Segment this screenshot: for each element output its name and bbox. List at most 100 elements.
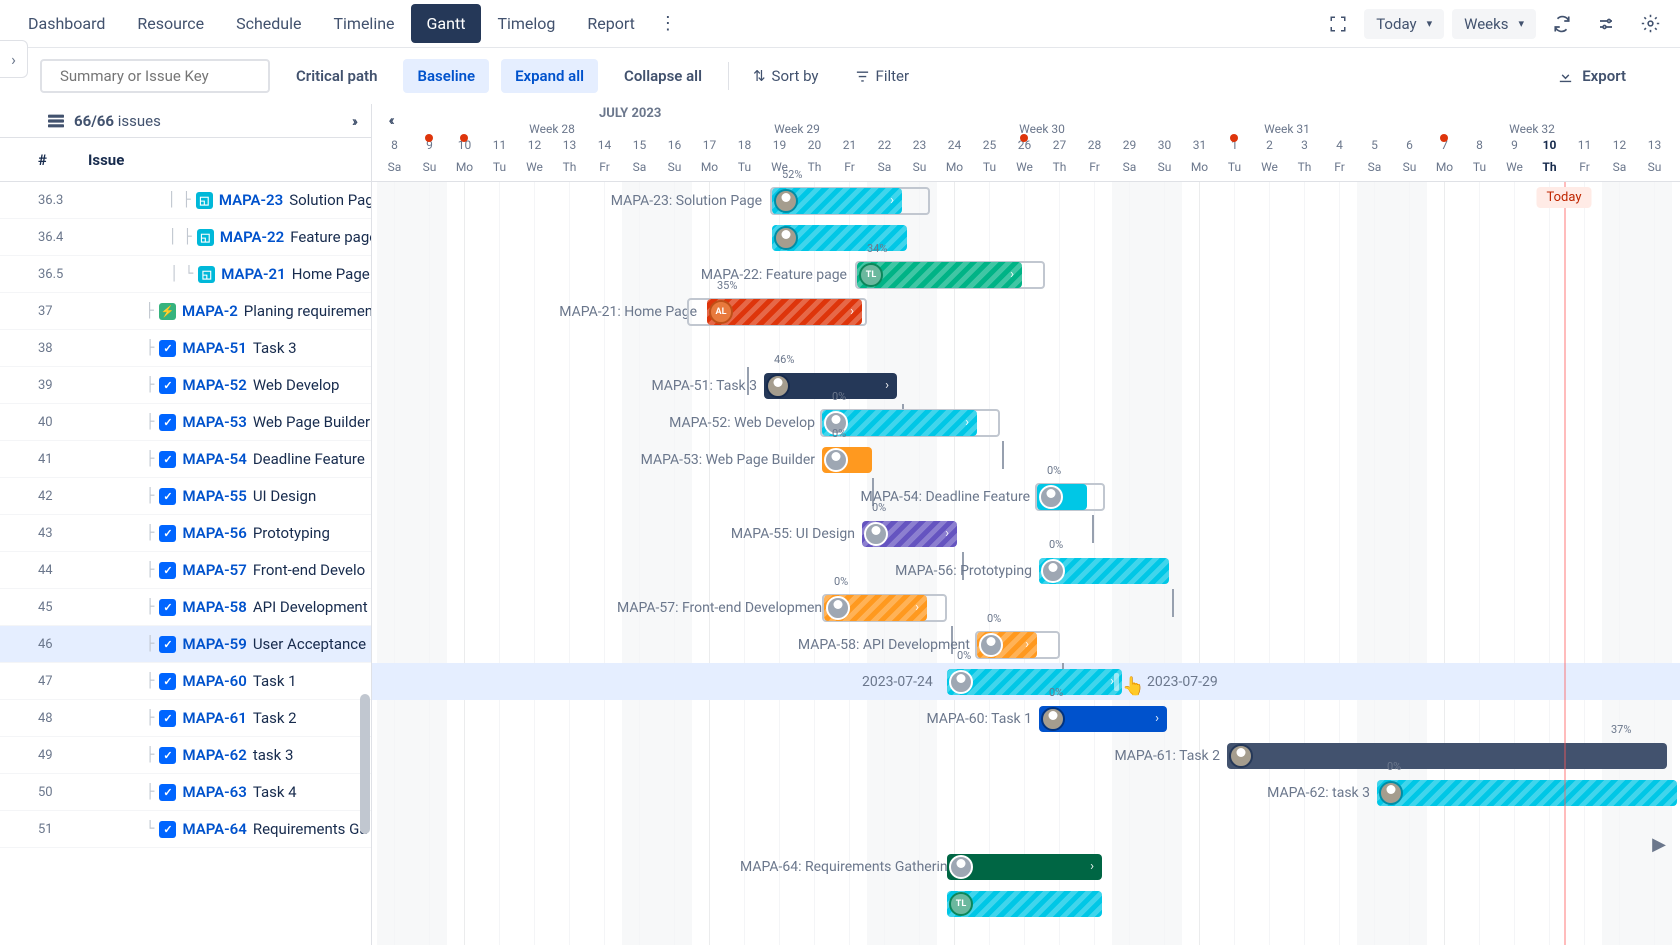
issue-key[interactable]: MAPA-53 xyxy=(182,413,246,431)
avatar[interactable]: TL xyxy=(859,263,883,287)
sort-button[interactable]: ⇅Sort by xyxy=(741,59,831,93)
avatar[interactable] xyxy=(1379,781,1403,805)
avatar[interactable] xyxy=(949,855,973,879)
nav-tab-resource[interactable]: Resource xyxy=(121,4,220,43)
nav-tab-dashboard[interactable]: Dashboard xyxy=(12,4,121,43)
issue-row[interactable]: 46├✓MAPA-59User Acceptance xyxy=(0,626,371,663)
issue-key[interactable]: MAPA-58 xyxy=(182,598,246,616)
issue-row[interactable]: 40├✓MAPA-53Web Page Builder xyxy=(0,404,371,441)
issue-key[interactable]: MAPA-54 xyxy=(182,450,246,468)
issue-key[interactable]: MAPA-22 xyxy=(220,228,284,246)
issue-key[interactable]: MAPA-64 xyxy=(182,820,246,838)
search-input[interactable] xyxy=(60,67,259,85)
fullscreen-button[interactable] xyxy=(1320,6,1356,42)
today-button[interactable]: Today▾ xyxy=(1364,9,1444,39)
avatar[interactable] xyxy=(1229,744,1253,768)
gantt-bar[interactable] xyxy=(1037,484,1087,510)
issue-key[interactable]: MAPA-52 xyxy=(182,376,246,394)
gantt-bar[interactable]: › xyxy=(772,188,902,214)
gantt-bar[interactable] xyxy=(1227,743,1667,769)
issue-row[interactable]: 36.5│ └◱MAPA-21Home Page xyxy=(0,256,371,293)
column-issue-header[interactable]: Issue xyxy=(88,151,371,169)
issue-row[interactable]: 49├✓MAPA-62task 3 xyxy=(0,737,371,774)
issue-key[interactable]: MAPA-59 xyxy=(182,635,246,653)
gantt-bar[interactable]: › xyxy=(824,595,927,621)
issue-row[interactable]: 37├⚡MAPA-2Planing requiremen xyxy=(0,293,371,330)
issue-row[interactable]: 44├✓MAPA-57Front-end Develo xyxy=(0,552,371,589)
issue-key[interactable]: MAPA-51 xyxy=(182,339,246,357)
issue-row[interactable]: 42├✓MAPA-55UI Design xyxy=(0,478,371,515)
issue-row[interactable]: 43├✓MAPA-56Prototyping xyxy=(0,515,371,552)
filter-button[interactable]: Filter xyxy=(843,59,922,93)
issue-row[interactable]: 51└✓MAPA-64Requirements Ga xyxy=(0,811,371,848)
avatar[interactable] xyxy=(1041,559,1065,583)
gantt-bar[interactable] xyxy=(1377,780,1677,806)
issue-key[interactable]: MAPA-23 xyxy=(219,191,283,209)
issue-row[interactable]: 38├✓MAPA-51Task 3 xyxy=(0,330,371,367)
gantt-bar[interactable]: › xyxy=(947,669,1122,695)
avatar[interactable] xyxy=(774,189,798,213)
avatar[interactable] xyxy=(864,522,888,546)
zoom-select[interactable]: Weeks▾ xyxy=(1452,9,1536,39)
avatar[interactable] xyxy=(949,670,973,694)
collapse-panel-button[interactable]: ›› xyxy=(348,108,359,134)
issue-row[interactable]: 45├✓MAPA-58API Development xyxy=(0,589,371,626)
gantt-bar[interactable] xyxy=(822,447,872,473)
nav-tab-schedule[interactable]: Schedule xyxy=(220,4,317,43)
issue-key[interactable]: MAPA-21 xyxy=(221,265,285,283)
column-number-header[interactable]: # xyxy=(38,151,88,169)
issue-key[interactable]: MAPA-56 xyxy=(182,524,246,542)
issue-row[interactable]: 39├✓MAPA-52Web Develop xyxy=(0,367,371,404)
avatar[interactable] xyxy=(1039,485,1063,509)
expand-sidebar-handle[interactable]: › xyxy=(0,40,28,78)
sliders-button[interactable] xyxy=(1588,6,1624,42)
play-button[interactable]: ▶ xyxy=(1652,834,1666,855)
expand-all-button[interactable]: Expand all xyxy=(501,59,598,93)
sync-button[interactable] xyxy=(1544,6,1580,42)
issue-row[interactable]: 41├✓MAPA-54Deadline Feature xyxy=(0,441,371,478)
gantt-bar[interactable]: › xyxy=(977,632,1037,658)
issue-row[interactable]: 47├✓MAPA-60Task 1 xyxy=(0,663,371,700)
issue-key[interactable]: MAPA-60 xyxy=(182,672,246,690)
critical-path-button[interactable]: Critical path xyxy=(282,59,391,93)
issue-key[interactable]: MAPA-62 xyxy=(182,746,246,764)
nav-more-menu[interactable]: ⋮ xyxy=(651,5,685,42)
collapse-all-button[interactable]: Collapse all xyxy=(610,59,716,93)
issue-key[interactable]: MAPA-2 xyxy=(182,302,238,320)
nav-tab-timelog[interactable]: Timelog xyxy=(481,4,571,43)
issue-row[interactable]: 36.3│ ├◱MAPA-23Solution Page xyxy=(0,182,371,219)
avatar[interactable] xyxy=(774,226,798,250)
issue-key[interactable]: MAPA-61 xyxy=(182,709,246,727)
scrollbar-thumb[interactable] xyxy=(360,694,370,834)
scroll-left-button[interactable]: ‹‹ xyxy=(375,108,405,132)
gantt-chart[interactable]: ‹‹ JULY 2023 Week 28Week 29Week 30Week 3… xyxy=(372,104,1680,945)
gantt-bar[interactable]: › xyxy=(947,854,1102,880)
gantt-bar[interactable]: AL› xyxy=(707,299,862,325)
issue-list[interactable]: 36.3│ ├◱MAPA-23Solution Page36.4│ ├◱MAPA… xyxy=(0,182,371,945)
avatar[interactable] xyxy=(824,448,848,472)
avatar[interactable] xyxy=(826,596,850,620)
gear-button[interactable] xyxy=(1632,6,1668,42)
avatar[interactable] xyxy=(766,374,790,398)
nav-tab-gantt[interactable]: Gantt xyxy=(411,4,482,43)
issue-key[interactable]: MAPA-63 xyxy=(182,783,246,801)
search-box[interactable] xyxy=(40,59,270,93)
gantt-bar[interactable]: › xyxy=(1039,706,1167,732)
avatar[interactable] xyxy=(979,633,1003,657)
issue-row[interactable]: 50├✓MAPA-63Task 4 xyxy=(0,774,371,811)
nav-tab-timeline[interactable]: Timeline xyxy=(317,4,410,43)
resize-handle[interactable] xyxy=(1114,673,1119,691)
issue-key[interactable]: MAPA-57 xyxy=(182,561,246,579)
issue-key[interactable]: MAPA-55 xyxy=(182,487,246,505)
gantt-bar[interactable]: TL xyxy=(947,891,1102,917)
gantt-bar[interactable]: › xyxy=(862,521,957,547)
issue-row[interactable]: 36.4│ ├◱MAPA-22Feature page xyxy=(0,219,371,256)
gantt-bar[interactable]: TL› xyxy=(857,262,1022,288)
export-button[interactable]: Export xyxy=(1543,59,1640,93)
avatar[interactable]: TL xyxy=(949,892,973,916)
baseline-button[interactable]: Baseline xyxy=(403,59,489,93)
nav-tab-report[interactable]: Report xyxy=(571,4,651,43)
avatar[interactable] xyxy=(1041,707,1065,731)
issue-row[interactable]: 48├✓MAPA-61Task 2 xyxy=(0,700,371,737)
gantt-bar[interactable]: › xyxy=(764,373,897,399)
